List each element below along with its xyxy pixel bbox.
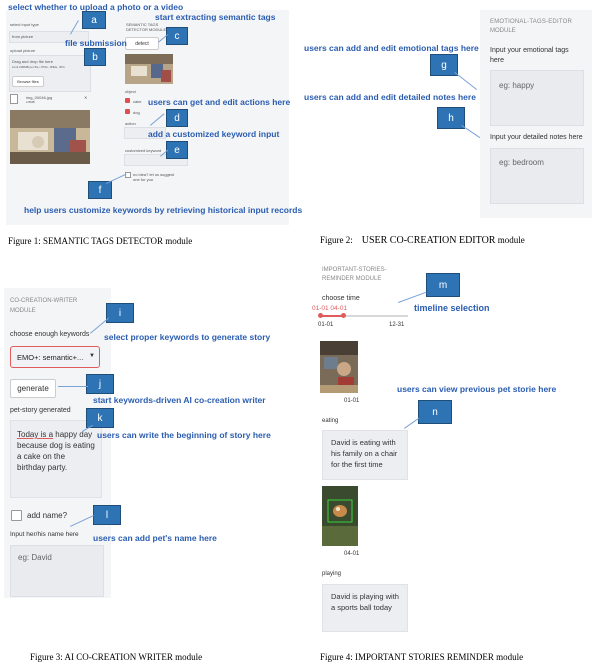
slider-max-label: 12-31: [389, 322, 405, 328]
annotation-f-marker: f: [88, 181, 112, 199]
reminder-title-2: REMINDER MODULE: [322, 276, 382, 282]
story-2-text[interactable]: David is playing with a sports ball toda…: [322, 584, 408, 632]
uploaded-photo: [10, 110, 90, 164]
annotation-f-text: help users customize keywords by retriev…: [24, 205, 303, 215]
annotation-k-text: users can write the beginning of story h…: [97, 430, 271, 440]
generate-button[interactable]: generate: [10, 379, 56, 398]
annotation-a-marker: a: [82, 11, 106, 29]
annotation-i-marker: i: [106, 303, 134, 323]
photo-1-date: 01-01: [344, 398, 360, 404]
annotation-i-text: select proper keywords to generate story: [104, 332, 271, 342]
selected-range-label: 01-01 04-01: [312, 305, 348, 312]
tag-cake-label: cake: [133, 99, 142, 104]
annotation-c-marker: c: [166, 27, 188, 45]
pet-name-label: Input her/his name here: [10, 531, 79, 538]
story-beginning: Today is a: [17, 430, 54, 439]
annotation-e-text: add a customized keyword input: [148, 129, 280, 139]
story-photo-1: [320, 341, 358, 393]
annotation-m-marker: m: [426, 273, 460, 297]
annotation-h-text: users can add and edit detailed notes he…: [304, 92, 476, 102]
detected-photo-thumbnail: [125, 54, 173, 84]
pet-name-placeholder: eg: David: [18, 553, 52, 562]
keywords-label: choose enough keywords: [10, 331, 90, 338]
detailed-notes-placeholder: eg: bedroom: [499, 158, 544, 167]
emotional-tags-placeholder: eg: happy: [499, 81, 535, 90]
annotation-n-marker: n: [418, 400, 452, 424]
annotation-d-text: users can get and edit actions here: [148, 97, 291, 107]
slider-min-label: 01-01: [318, 322, 334, 328]
annotation-h-connector: [461, 125, 481, 139]
emotional-tags-label-1: Input your emotional tags: [490, 47, 569, 54]
suggest-text: no idea? let us suggest one for you: [133, 172, 175, 182]
story-textarea[interactable]: Today is a happy day because dog is eati…: [10, 420, 102, 498]
detect-button[interactable]: detect: [125, 37, 159, 50]
remove-file-icon[interactable]: ✕: [84, 95, 87, 100]
dog-checkbox[interactable]: [125, 109, 130, 114]
annotation-j-connector: [58, 386, 88, 387]
cake-checkbox[interactable]: [125, 98, 130, 103]
tag-dog-label: dog: [133, 110, 140, 115]
select-input-type-label: select input type: [10, 22, 39, 27]
emotional-tags-label-2: here: [490, 57, 505, 64]
annotation-e-marker: e: [166, 141, 188, 159]
chevron-down-icon: ▼: [89, 353, 95, 359]
annotation-n-text: users can view previous pet storie here: [397, 384, 557, 394]
emotional-editor-title-2: MODULE: [490, 28, 516, 34]
figure-4-caption: Figure 4: IMPORTANT STORIES REMINDER mod…: [320, 652, 524, 662]
photo-2-date: 04-01: [344, 551, 360, 557]
annotation-g-connector: [454, 72, 478, 91]
upload-picture-label: upload picture: [10, 48, 36, 53]
reminder-title-1: IMPORTANT-STORIES-: [322, 267, 387, 273]
dropzone-text: Drag and drop file here: [12, 59, 53, 64]
annotation-d-marker: d: [166, 109, 188, 127]
story-1-text[interactable]: David is eating with his family on a cha…: [322, 430, 408, 480]
annotation-l-marker: l: [93, 505, 121, 525]
annotation-g-text: users can add and edit emotional tags he…: [304, 43, 479, 53]
annotation-b-text: file submission: [65, 38, 127, 48]
detailed-notes-input[interactable]: [490, 148, 584, 204]
customized-keyword-label: customized keyword: [125, 148, 162, 153]
detailed-notes-label: Input your detailed notes here: [490, 134, 583, 141]
annotation-b-marker: b: [84, 48, 106, 66]
uploaded-file-size: 2.8MB: [26, 100, 35, 104]
figure-2-caption: Figure 2: USER CO-CREATION EDITOR module: [320, 235, 525, 246]
writer-title-2: MODULE: [10, 308, 36, 314]
emotional-tags-input[interactable]: [490, 70, 584, 126]
annotation-j-marker: j: [86, 374, 114, 394]
figure-3-caption: Figure 3: AI CO-CREATION WRITER module: [30, 652, 203, 662]
figure-1-caption: Figure 1: SEMANTIC TAGS DETECTOR module: [8, 236, 193, 246]
story-label: pet-story generated: [10, 407, 71, 414]
photo-2-label: playing: [322, 571, 342, 577]
photo-1-label: eating: [322, 418, 339, 424]
file-icon: [10, 94, 18, 104]
annotation-l-text: users can add pet's name here: [93, 533, 217, 543]
story-photo-2: [322, 486, 358, 546]
annotation-m-text: timeline selection: [414, 303, 490, 313]
browse-files-button[interactable]: Browse files: [12, 76, 44, 87]
choose-time-label: choose time: [322, 295, 360, 302]
add-name-label: add name?: [27, 511, 68, 520]
keywords-select-value: EMO+: semantic+...: [17, 353, 84, 362]
object-label: object: [125, 89, 136, 94]
slider-handle-end[interactable]: [341, 313, 346, 318]
writer-title-1: CO-CREATION-WRITER: [10, 298, 78, 304]
emotional-editor-title-1: EMOTIONAL-TAGS-EDITOR: [490, 19, 572, 25]
slider-handle-start[interactable]: [318, 313, 323, 318]
dropzone-limit: Limit 200MB per file • PNG, JPEG, JPG: [12, 65, 65, 69]
input-type-value: from picture: [12, 34, 34, 39]
annotation-c-text: start extracting semantic tags: [155, 12, 276, 22]
annotation-j-text: start keywords-driven AI co-creation wri…: [93, 395, 266, 405]
add-name-checkbox[interactable]: [11, 510, 22, 521]
action-label: action: [125, 121, 136, 126]
